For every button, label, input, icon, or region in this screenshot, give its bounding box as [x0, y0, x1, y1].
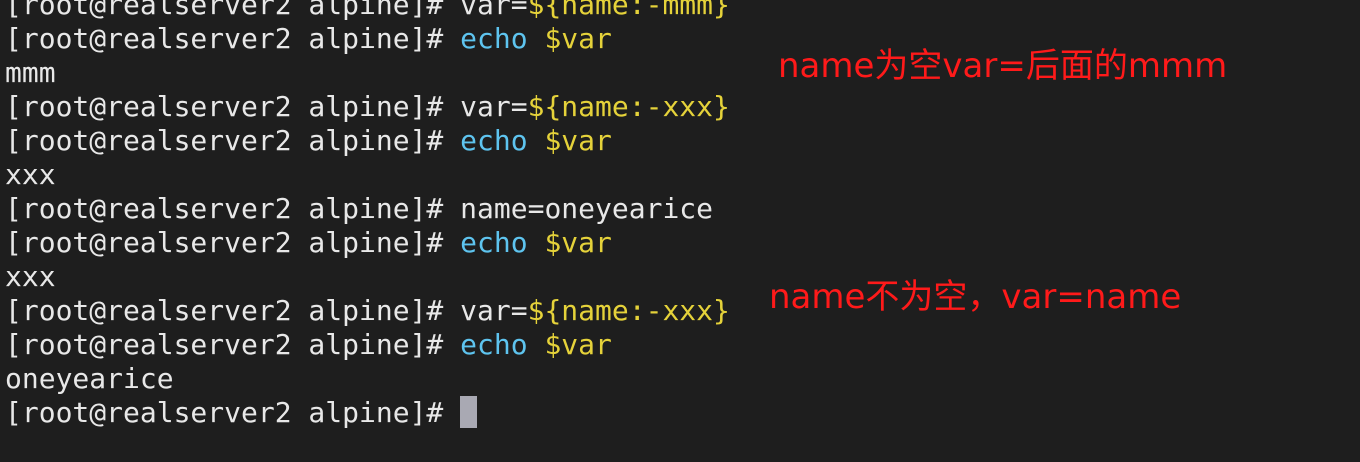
terminal-line-active[interactable]: [root@realserver2 alpine]# [5, 396, 730, 430]
echo-keyword: echo [460, 226, 528, 259]
parameter-expansion: ${name:-mmm} [527, 0, 730, 21]
command-text: var= [460, 294, 528, 327]
command-output: mmm [5, 56, 56, 89]
shell-prompt: [root@realserver2 alpine]# [5, 90, 461, 123]
echo-keyword: echo [460, 328, 528, 361]
terminal-line: [root@realserver2 alpine]# echo $var [5, 22, 730, 56]
terminal-line: [root@realserver2 alpine]# echo $var [5, 328, 730, 362]
parameter-expansion: ${name:-xxx} [527, 294, 730, 327]
command-output: xxx [5, 158, 56, 191]
terminal-line: oneyearice [5, 362, 730, 396]
annotation-nonempty-name: name不为空，var=name [769, 277, 1182, 317]
command-text: var= [460, 90, 528, 123]
shell-prompt: [root@realserver2 alpine]# [5, 226, 461, 259]
shell-prompt: [root@realserver2 alpine]# [5, 396, 461, 429]
echo-keyword: echo [460, 124, 528, 157]
command-text: var= [460, 0, 528, 21]
terminal-line: xxx [5, 260, 730, 294]
command-text: name=oneyearice [460, 192, 714, 225]
terminal-line: [root@realserver2 alpine]# name=oneyeari… [5, 192, 730, 226]
terminal-line: [root@realserver2 alpine]# var=${name:-x… [5, 90, 730, 124]
shell-prompt: [root@realserver2 alpine]# [5, 22, 461, 55]
terminal-line: [root@realserver2 alpine]# echo $var [5, 124, 730, 158]
variable-reference: $var [544, 22, 612, 55]
shell-prompt: [root@realserver2 alpine]# [5, 328, 461, 361]
shell-prompt: [root@realserver2 alpine]# [5, 192, 461, 225]
terminal-output: [root@realserver2 alpine]# var=${name:-m… [5, 0, 730, 430]
terminal-line: [root@realserver2 alpine]# echo $var [5, 226, 730, 260]
command-output: xxx [5, 260, 56, 293]
variable-reference: $var [544, 226, 612, 259]
variable-reference: $var [544, 124, 612, 157]
text-cursor[interactable] [460, 396, 478, 428]
terminal-line: [root@realserver2 alpine]# var=${name:-m… [5, 0, 730, 22]
echo-keyword: echo [460, 22, 528, 55]
terminal-window[interactable]: [root@realserver2 alpine]# var=${name:-m… [0, 0, 1360, 462]
shell-prompt: [root@realserver2 alpine]# [5, 0, 461, 21]
annotation-empty-name: name为空var=后面的mmm [778, 46, 1228, 86]
terminal-line: xxx [5, 158, 730, 192]
terminal-line: [root@realserver2 alpine]# var=${name:-x… [5, 294, 730, 328]
variable-reference: $var [544, 328, 612, 361]
terminal-line: mmm [5, 56, 730, 90]
command-output: oneyearice [5, 362, 174, 395]
shell-prompt: [root@realserver2 alpine]# [5, 124, 461, 157]
shell-prompt: [root@realserver2 alpine]# [5, 294, 461, 327]
parameter-expansion: ${name:-xxx} [527, 90, 730, 123]
